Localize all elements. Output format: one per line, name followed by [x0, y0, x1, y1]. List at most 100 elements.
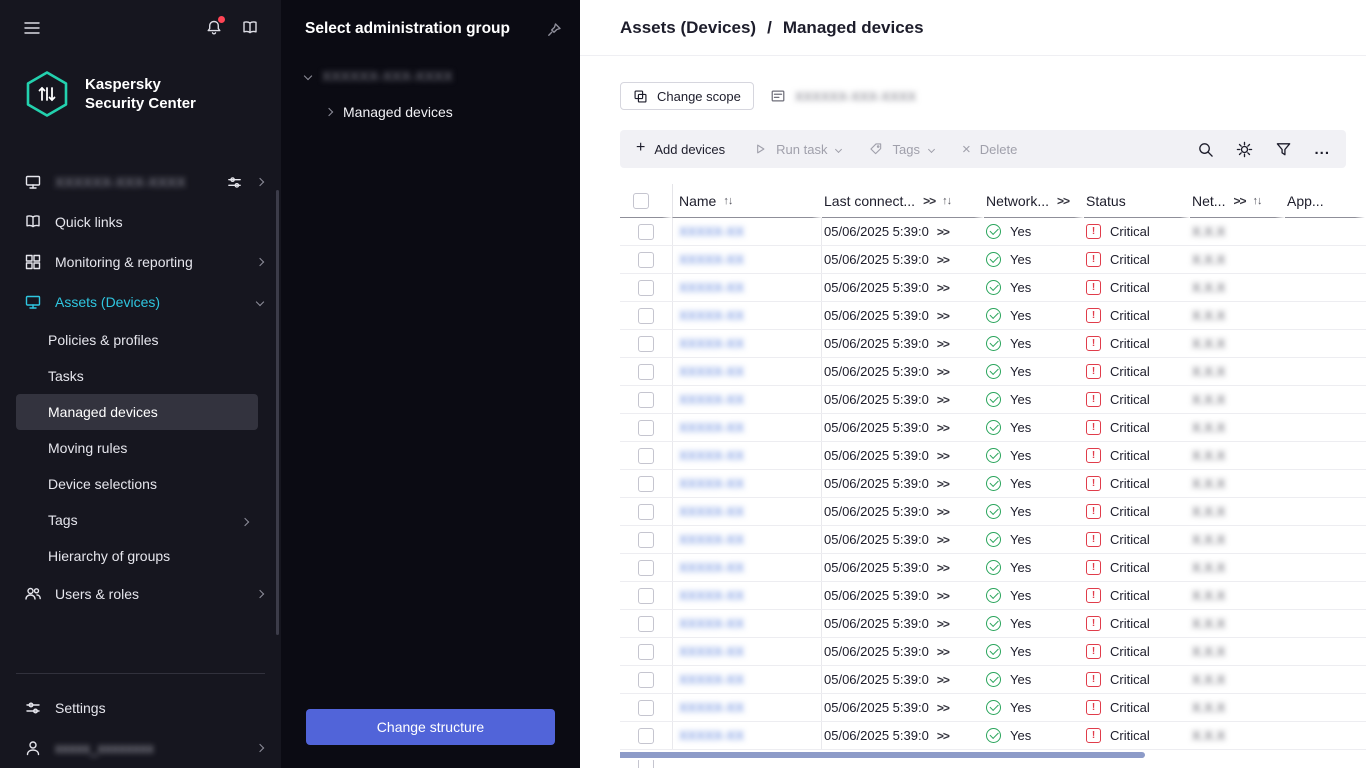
row-checkbox[interactable]: [638, 560, 654, 576]
expand-cell-icon[interactable]: >>: [937, 673, 949, 687]
expand-cell-icon[interactable]: >>: [937, 729, 949, 743]
device-name-link-redacted[interactable]: XXXXX-XX: [679, 392, 744, 407]
row-checkbox[interactable]: [638, 336, 654, 352]
device-name-link-redacted[interactable]: XXXXX-XX: [679, 700, 744, 715]
row-checkbox[interactable]: [638, 252, 654, 268]
sidebar-item-tasks[interactable]: Tasks: [16, 358, 258, 394]
sidebar-scrollbar[interactable]: [276, 190, 279, 635]
device-name-link-redacted[interactable]: XXXXX-XX: [679, 364, 744, 379]
tree-node-managed-devices[interactable]: Managed devices: [281, 84, 580, 120]
sliders-icon[interactable]: [226, 174, 243, 191]
row-checkbox[interactable]: [638, 308, 654, 324]
expand-cell-icon[interactable]: >>: [937, 561, 949, 575]
scope-server-chip[interactable]: XXXXXX-XXX-XXXX: [770, 88, 916, 104]
device-name-link-redacted[interactable]: XXXXX-XX: [679, 224, 744, 239]
expand-cell-icon[interactable]: >>: [937, 617, 949, 631]
expand-cell-icon[interactable]: >>: [937, 477, 949, 491]
sidebar-item-device-selections[interactable]: Device selections: [16, 466, 258, 502]
search-button[interactable]: [1197, 141, 1214, 158]
sidebar-item-account[interactable]: xxxxx_xxxxxxxx: [0, 728, 281, 768]
expand-column-icon[interactable]: >>: [1057, 194, 1069, 208]
expand-column-icon[interactable]: >>: [923, 194, 935, 208]
documentation-button[interactable]: [241, 19, 259, 37]
add-devices-button[interactable]: + Add devices: [636, 142, 725, 157]
expand-cell-icon[interactable]: >>: [937, 337, 949, 351]
row-checkbox[interactable]: [638, 280, 654, 296]
sidebar-item-users-roles[interactable]: Users & roles: [0, 574, 281, 614]
device-name-link-redacted[interactable]: XXXXX-XX: [679, 336, 744, 351]
device-name-link-redacted[interactable]: XXXXX-XX: [679, 560, 744, 575]
expand-cell-icon[interactable]: >>: [937, 253, 949, 267]
table-settings-button[interactable]: [1236, 141, 1253, 158]
device-name-link-redacted[interactable]: XXXXX-XX: [679, 252, 744, 267]
sidebar-item-server[interactable]: XXXXXX-XXX-XXXX: [0, 162, 281, 202]
change-scope-button[interactable]: Change scope: [620, 82, 754, 110]
change-structure-button[interactable]: Change structure: [306, 709, 555, 745]
delete-button[interactable]: × Delete: [962, 142, 1017, 157]
hamburger-menu-button[interactable]: [23, 19, 41, 37]
column-header-net[interactable]: Net... >> ↑↓: [1190, 184, 1285, 218]
expand-cell-icon[interactable]: >>: [937, 421, 949, 435]
sidebar-item-assets-devices[interactable]: Assets (Devices): [0, 282, 281, 322]
tags-button[interactable]: Tags: [869, 142, 933, 157]
row-checkbox[interactable]: [638, 448, 654, 464]
column-header-app[interactable]: App...: [1285, 184, 1365, 218]
device-name-link-redacted[interactable]: XXXXX-XX: [679, 280, 744, 295]
device-name-link-redacted[interactable]: XXXXX-XX: [679, 476, 744, 491]
row-checkbox[interactable]: [638, 420, 654, 436]
device-name-link-redacted[interactable]: XXXXX-XX: [679, 616, 744, 631]
sidebar-item-policies-profiles[interactable]: Policies & profiles: [16, 322, 258, 358]
expand-cell-icon[interactable]: >>: [937, 225, 949, 239]
row-checkbox[interactable]: [638, 672, 654, 688]
sort-icon[interactable]: ↑↓: [942, 195, 951, 207]
device-name-link-redacted[interactable]: XXXXX-XX: [679, 532, 744, 547]
expand-cell-icon[interactable]: >>: [937, 393, 949, 407]
row-checkbox[interactable]: [638, 476, 654, 492]
expand-cell-icon[interactable]: >>: [937, 533, 949, 547]
sidebar-item-settings[interactable]: Settings: [0, 688, 281, 728]
device-name-link-redacted[interactable]: XXXXX-XX: [679, 448, 744, 463]
expand-cell-icon[interactable]: >>: [937, 449, 949, 463]
expand-cell-icon[interactable]: >>: [937, 309, 949, 323]
sidebar-item-moving-rules[interactable]: Moving rules: [16, 430, 258, 466]
device-name-link-redacted[interactable]: XXXXX-XX: [679, 672, 744, 687]
row-checkbox[interactable]: [638, 760, 654, 768]
device-name-link-redacted[interactable]: XXXXX-XX: [679, 308, 744, 323]
row-checkbox[interactable]: [638, 700, 654, 716]
row-checkbox[interactable]: [638, 728, 654, 744]
expand-cell-icon[interactable]: >>: [937, 645, 949, 659]
device-name-link-redacted[interactable]: XXXXX-XX: [679, 420, 744, 435]
expand-cell-icon[interactable]: >>: [937, 365, 949, 379]
row-checkbox[interactable]: [638, 644, 654, 660]
device-name-link-redacted[interactable]: XXXXX-XX: [679, 644, 744, 659]
row-checkbox[interactable]: [638, 392, 654, 408]
expand-cell-icon[interactable]: >>: [937, 281, 949, 295]
expand-cell-icon[interactable]: >>: [937, 505, 949, 519]
breadcrumb-parent[interactable]: Assets (Devices): [620, 18, 756, 38]
device-name-link-redacted[interactable]: XXXXX-XX: [679, 504, 744, 519]
tree-node-root[interactable]: XXXXXX-XXX-XXXX: [281, 38, 580, 84]
row-checkbox[interactable]: [638, 588, 654, 604]
sidebar-item-monitoring[interactable]: Monitoring & reporting: [0, 242, 281, 282]
filter-button[interactable]: [1275, 141, 1292, 158]
sidebar-item-tags[interactable]: Tags: [16, 502, 258, 538]
select-all-checkbox[interactable]: [633, 193, 649, 209]
more-actions-button[interactable]: ...: [1314, 141, 1330, 158]
row-checkbox[interactable]: [638, 532, 654, 548]
horizontal-scrollbar-thumb[interactable]: [620, 752, 1145, 758]
device-name-link-redacted[interactable]: XXXXX-XX: [679, 588, 744, 603]
column-header-network[interactable]: Network... >>: [984, 184, 1084, 218]
row-checkbox[interactable]: [638, 224, 654, 240]
pin-panel-button[interactable]: [546, 22, 562, 38]
row-checkbox[interactable]: [638, 364, 654, 380]
sidebar-item-quick-links[interactable]: Quick links: [0, 202, 281, 242]
expand-cell-icon[interactable]: >>: [937, 701, 949, 715]
sort-icon[interactable]: ↑↓: [1252, 195, 1261, 207]
notifications-button[interactable]: [205, 19, 223, 37]
row-checkbox[interactable]: [638, 504, 654, 520]
sort-icon[interactable]: ↑↓: [723, 195, 732, 207]
column-header-name[interactable]: Name ↑↓: [672, 184, 822, 218]
expand-cell-icon[interactable]: >>: [937, 589, 949, 603]
column-header-status[interactable]: Status: [1084, 184, 1190, 218]
row-checkbox[interactable]: [638, 616, 654, 632]
